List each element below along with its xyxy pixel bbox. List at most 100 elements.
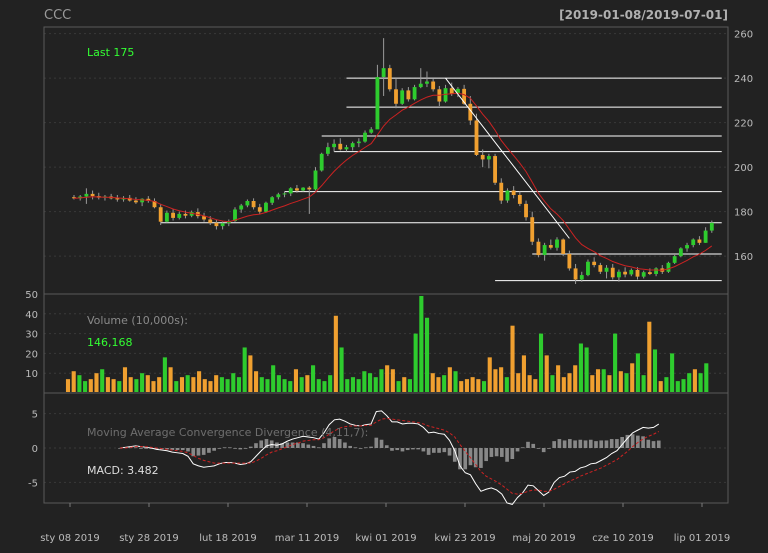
volume-bar	[208, 381, 213, 392]
volume-bar	[561, 377, 566, 392]
candle-body-down	[573, 268, 578, 280]
volume-bar	[231, 373, 236, 392]
volume-value: 146,168	[87, 336, 133, 349]
volume-bar	[618, 371, 623, 392]
volume-bar	[499, 367, 504, 392]
macd-histogram-bar	[374, 437, 379, 448]
volume-bar	[356, 379, 361, 392]
macd-histogram-bar	[656, 440, 661, 448]
macd-histogram-bar	[400, 448, 405, 452]
volume-bar	[664, 377, 669, 392]
volume-bar	[630, 363, 635, 392]
volume-bar	[607, 375, 612, 392]
macd-histogram-bar	[212, 448, 216, 451]
volume-bar	[333, 315, 338, 392]
candle-body-down	[134, 200, 138, 203]
volume-bar	[556, 365, 561, 392]
candle-body-up	[350, 143, 355, 148]
macd-histogram-bar	[175, 448, 180, 451]
volume-tick-label: 50	[25, 290, 38, 301]
volume-tick-label: 30	[25, 330, 38, 341]
volume-bar	[464, 379, 469, 392]
price-tick-label: 180	[734, 208, 753, 219]
volume-bar	[242, 347, 247, 392]
volume-bar	[658, 381, 663, 392]
volume-bar	[379, 369, 384, 392]
macd-histogram-bar	[494, 448, 499, 457]
volume-tick-label: 40	[25, 310, 38, 321]
volume-bar	[311, 365, 316, 392]
price-tick-label: 160	[734, 252, 753, 263]
candle-body-down	[158, 207, 163, 222]
candle-body-up	[586, 261, 590, 276]
candle-body-down	[214, 222, 219, 227]
macd-histogram-bar	[316, 447, 321, 449]
volume-bar	[436, 377, 441, 392]
volume-bar	[687, 373, 692, 392]
volume-bar	[447, 367, 452, 392]
volume-bar	[516, 373, 521, 392]
candle-body-down	[208, 219, 213, 223]
macd-histogram-bar	[604, 440, 609, 448]
macd-histogram-bar	[348, 445, 352, 448]
volume-bar	[140, 373, 145, 392]
candle-body-up	[505, 190, 510, 201]
volume-bar	[322, 381, 327, 392]
candle-body-up	[84, 193, 89, 197]
macd-histogram-bar	[337, 439, 342, 448]
macd-histogram-bar	[568, 439, 572, 448]
candle-body-up	[177, 213, 182, 218]
macd-histogram-bar	[562, 440, 567, 448]
macd-histogram-bar	[254, 443, 258, 448]
volume-bar	[179, 377, 185, 392]
macd-histogram-bar	[609, 439, 614, 448]
candle-body-down	[257, 207, 262, 212]
volume-bar	[476, 379, 481, 392]
macd-histogram-bar	[578, 439, 583, 448]
x-tick-label: kwi 01 2019	[355, 533, 416, 544]
volume-bar	[305, 375, 310, 392]
volume-bar	[407, 379, 412, 392]
volume-bar	[105, 377, 110, 392]
candle-body-down	[480, 154, 485, 160]
volume-bar	[424, 317, 430, 392]
candle-body-down	[171, 212, 175, 218]
volume-tick-label: 10	[25, 369, 38, 380]
macd-histogram-bar	[186, 448, 190, 452]
candle-body-up	[425, 81, 429, 84]
volume-bar	[83, 381, 88, 392]
macd-histogram-bar	[364, 447, 368, 449]
candle-body-down	[561, 239, 566, 254]
candle-body-up	[344, 147, 349, 150]
macd-value: MACD: 3.482	[87, 464, 159, 477]
volume-bar	[185, 375, 190, 392]
volume-bar	[641, 375, 646, 392]
macd-histogram-bar	[306, 444, 311, 448]
volume-bar	[236, 377, 242, 392]
volume-bar	[493, 369, 498, 392]
macd-tick-label: 5	[32, 410, 38, 421]
candle-body-up	[270, 197, 275, 203]
candle-body-up	[282, 193, 287, 195]
macd-histogram-bar	[552, 441, 556, 448]
volume-bar	[191, 377, 196, 392]
macd-histogram-bar	[479, 448, 483, 468]
candle-body-down	[524, 203, 528, 218]
volume-bar	[590, 375, 595, 392]
candle-body-up	[369, 129, 374, 133]
volume-bar	[430, 373, 435, 392]
volume-label: Volume (10,000s):	[87, 314, 188, 327]
macd-histogram-bar	[201, 448, 206, 455]
macd-histogram-bar	[421, 448, 426, 452]
candle-body-up	[691, 239, 696, 246]
volume-bar	[157, 377, 162, 392]
macd-histogram-bar	[196, 448, 201, 456]
candle-body-down	[295, 188, 299, 191]
price-candle	[400, 88, 405, 105]
candle-body-up	[400, 90, 405, 104]
candle-body-down	[115, 198, 120, 200]
candle-body-up	[604, 267, 609, 272]
volume-bar	[299, 377, 304, 392]
candle-body-up	[288, 188, 293, 194]
candle-body-up	[245, 200, 250, 206]
